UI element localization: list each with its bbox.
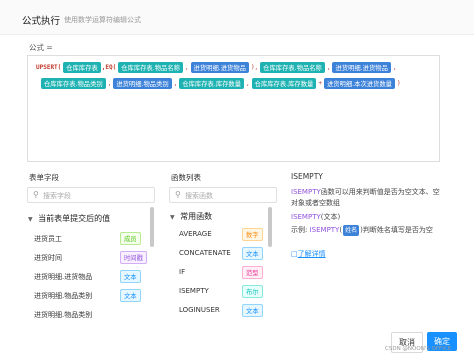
search-icon: ⚲ bbox=[33, 190, 39, 199]
help-usage-keyword: ISEMPTY bbox=[291, 213, 321, 221]
list-item[interactable]: IF 范型 bbox=[179, 264, 269, 280]
formula-editor[interactable]: UPSERT(仓库库存表 ,EQ(仓库库存表.物品名称, 进货明细.进货物品), 仓库… bbox=[27, 55, 440, 162]
functions-group-header[interactable]: ▼ 常用函数 bbox=[170, 211, 212, 222]
dialog-title: 公式执行 bbox=[22, 16, 61, 27]
dialog-header: 公式执行 使用数学运算符编辑公式 bbox=[0, 0, 474, 35]
formula-field-chip[interactable]: 进货明细.进货物品 bbox=[332, 61, 391, 73]
formula-field-chip[interactable]: 进货明细.进货物品 bbox=[190, 61, 249, 73]
type-badge: 数字 bbox=[242, 228, 263, 241]
help-desc-keyword: ISEMPTY bbox=[291, 188, 321, 196]
help-description: ISEMPTY函数可以用来判断值是否为空文本、空对象或者空数组 bbox=[291, 187, 441, 209]
document-icon: □ bbox=[291, 250, 298, 258]
caret-down-icon: ▼ bbox=[28, 216, 33, 223]
fields-scrollbar[interactable] bbox=[150, 207, 154, 247]
type-badge: 时间戳 bbox=[120, 251, 147, 264]
formula-operator: , bbox=[326, 63, 331, 71]
list-item-name: ISEMPTY bbox=[179, 287, 209, 295]
formula-operator: , bbox=[173, 79, 178, 87]
formula-operator: ), bbox=[250, 63, 259, 71]
list-item-name: 进货员工 bbox=[34, 235, 62, 243]
help-example-chip: 姓名 bbox=[343, 225, 360, 236]
functions-group-label: 常用函数 bbox=[180, 212, 213, 221]
help-usage-text: (文本) bbox=[320, 213, 341, 221]
list-item[interactable]: 进货时间 时间戳 bbox=[34, 249, 150, 265]
list-item-name: 进货明细.进货物品 bbox=[34, 273, 93, 281]
formula-field-chip[interactable]: 进货明细.物品类别 bbox=[113, 77, 172, 89]
formula-operator: , bbox=[107, 79, 112, 87]
formula-field-chip[interactable]: 仓库库存表.库存数量 bbox=[179, 77, 245, 89]
fields-list: 进货员工 成员 进货时间 时间戳 进货明细.进货物品 文本 进货明细.物品类别 文本 进货明细.… bbox=[34, 230, 150, 318]
caret-down-icon: ▼ bbox=[170, 214, 175, 221]
formula-function-token: UPSERT( bbox=[36, 63, 62, 71]
formula-field-chip[interactable]: 仓库库存表.物品名称 bbox=[118, 61, 183, 73]
help-example-prefix: 示例: bbox=[291, 226, 310, 234]
fields-group-label: 当前表单提交后的值 bbox=[38, 214, 111, 223]
search-icon: ⚲ bbox=[175, 190, 181, 199]
learn-more-label: 了解详情 bbox=[297, 250, 326, 258]
formula-field-chip[interactable]: 进货明细.本次进货数量 bbox=[323, 77, 395, 89]
formula-operator: + bbox=[318, 79, 322, 87]
fields-search-input[interactable]: ⚲ 搜索字段 bbox=[27, 187, 155, 203]
formula-field-chip[interactable]: 仓库库存表 bbox=[63, 61, 101, 73]
learn-more-link[interactable]: □了解详情 bbox=[291, 249, 326, 260]
list-item-name: 进货明细.物品类别 bbox=[34, 292, 93, 300]
fields-group-header[interactable]: ▼ 当前表单提交后的值 bbox=[28, 213, 110, 224]
functions-search-input[interactable]: ⚲ 搜索函数 bbox=[169, 187, 277, 203]
formula-function-token: ,EQ( bbox=[101, 63, 117, 71]
formula-line-2: 仓库库存表.物品类别, 进货明细.物品类别, 仓库库存表.库存数量, 仓库库存表.库存… bbox=[40, 77, 402, 89]
formula-operator: , bbox=[246, 79, 250, 87]
formula-operator: , bbox=[184, 63, 189, 71]
formula-field-chip[interactable]: 仓库库存表.物品名称 bbox=[260, 61, 325, 73]
type-badge: 范型 bbox=[242, 266, 263, 279]
list-item[interactable]: LOGINUSER 文本 bbox=[179, 302, 269, 318]
functions-panel-title: 函数列表 bbox=[171, 173, 201, 182]
list-item-name: 进货明细.物品类别 bbox=[34, 311, 93, 318]
formula-line-1: UPSERT(仓库库存表 ,EQ(仓库库存表.物品名称, 进货明细.进货物品), 仓库… bbox=[36, 61, 398, 73]
type-badge: 布尔 bbox=[242, 285, 263, 298]
help-example-tail: 判断姓名填写是否为空 bbox=[362, 226, 433, 234]
dialog-subtitle: 使用数学运算符编辑公式 bbox=[64, 16, 141, 24]
formula-field-chip[interactable]: 仓库库存表.物品类别 bbox=[41, 77, 106, 89]
formula-field-chip[interactable]: 仓库库存表.库存数量 bbox=[251, 77, 317, 89]
formula-operator: ) bbox=[396, 79, 401, 87]
list-item[interactable]: ISEMPTY 布尔 bbox=[179, 283, 269, 299]
fields-search-placeholder: 搜索字段 bbox=[43, 192, 71, 200]
fields-panel-title: 表单字段 bbox=[29, 173, 59, 182]
type-badge: 文本 bbox=[120, 289, 141, 302]
list-item[interactable]: CONCATENATE 文本 bbox=[179, 245, 269, 261]
help-example-keyword: ISEMPTY bbox=[309, 226, 340, 234]
list-item-name: 进货时间 bbox=[34, 254, 62, 262]
formula-operator: , bbox=[392, 63, 397, 71]
functions-list: AVERAGE 数字 CONCATENATE 文本 IF 范型 ISEMPTY 布尔 LOGIN… bbox=[179, 226, 269, 318]
list-item-name: LOGINUSER bbox=[179, 306, 220, 314]
list-item[interactable]: 进货明细.物品类别 bbox=[34, 306, 150, 318]
functions-search-placeholder: 搜索函数 bbox=[185, 192, 213, 200]
list-item-name: CONCATENATE bbox=[179, 249, 231, 257]
type-badge: 成员 bbox=[120, 232, 141, 245]
help-usage: ISEMPTY(文本) bbox=[291, 212, 340, 223]
list-item[interactable]: 进货员工 成员 bbox=[34, 230, 150, 246]
type-badge: 文本 bbox=[242, 247, 263, 260]
help-example-open: ( bbox=[339, 226, 343, 234]
list-item[interactable]: AVERAGE 数字 bbox=[179, 226, 269, 242]
formula-label: 公式 = bbox=[29, 43, 53, 52]
list-item[interactable]: 进货明细.物品类别 文本 bbox=[34, 287, 150, 303]
help-example: 示例: ISEMPTY(姓名)判断姓名填写是否为空 bbox=[291, 225, 433, 236]
functions-scrollbar[interactable] bbox=[268, 207, 272, 247]
type-badge: 文本 bbox=[242, 304, 263, 317]
help-title: ISEMPTY bbox=[291, 172, 323, 181]
list-item-name: AVERAGE bbox=[179, 230, 212, 238]
type-badge: 文本 bbox=[120, 270, 141, 283]
list-item[interactable]: 进货明细.进货物品 文本 bbox=[34, 268, 150, 284]
list-item-name: IF bbox=[179, 268, 186, 276]
watermark-text: CSDN @NOON'S OFFICE bbox=[385, 346, 452, 352]
